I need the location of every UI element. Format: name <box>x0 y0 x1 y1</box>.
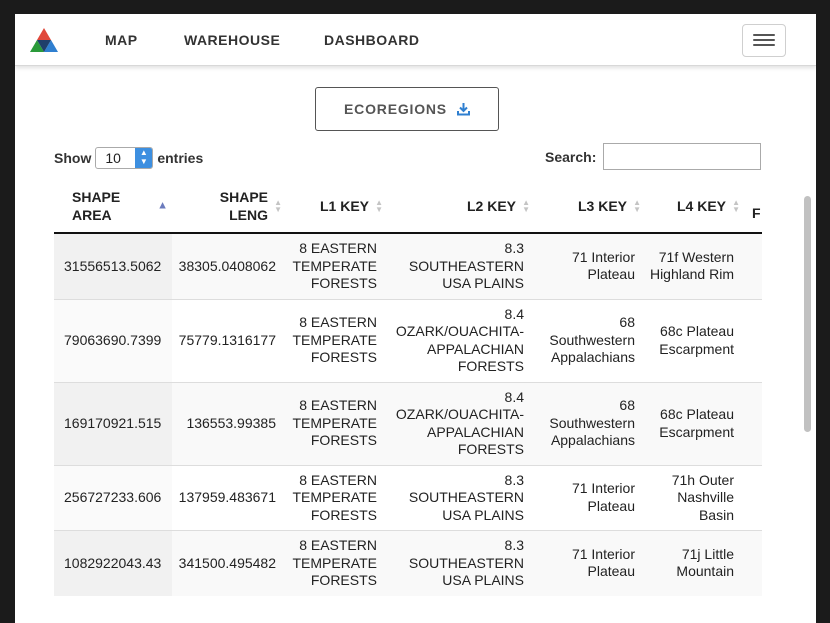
column-header-label: SHAPE AREA <box>72 188 121 223</box>
table-row[interactable]: 256727233.606 137959.483671 8 EASTERN TEMP… <box>54 464 762 531</box>
column-header-l2-key[interactable]: L2 KEY ▲ ▼ <box>387 179 534 234</box>
cell-l1-key: 8 EASTERN TEMPERATE FORESTS <box>286 232 387 299</box>
cell-l1-key: 8 EASTERN TEMPERATE FORESTS <box>286 381 387 465</box>
logo-icon[interactable] <box>28 26 60 54</box>
cell-truncated <box>744 381 762 465</box>
cell-shape-area: 1082922043.43 <box>54 530 172 596</box>
page-length-value: 10 <box>105 150 121 166</box>
cell-l2-key: 8.4 OZARK/OUACHITA-APPALACHIAN FORESTS <box>387 381 534 465</box>
cell-l4-key: 71h Outer Nashville Basin <box>645 464 744 531</box>
cell-truncated <box>744 298 762 382</box>
select-arrows-icon: ▲ ▼ <box>135 148 153 168</box>
table-row[interactable]: 169170921.515 136553.99385 8 EASTERN TEMPE… <box>54 381 762 465</box>
cell-l4-key: 71f Western Highland Rim <box>645 232 744 299</box>
scrollbar-thumb[interactable] <box>804 196 811 432</box>
table-header-row: SHAPE AREA ▲ SHAPE LENG ▲ ▼ L1 KEY ▲ ▼ L2 … <box>54 179 762 234</box>
menu-toggle-button[interactable] <box>742 24 786 57</box>
cell-l4-key: 68c Plateau Escarpment <box>645 381 744 465</box>
hamburger-icon-bar <box>753 44 775 46</box>
cell-l2-key: 8.3 SOUTHEASTERN USA PLAINS <box>387 232 534 299</box>
nav-map-link[interactable]: MAP <box>105 32 138 48</box>
column-header-l3-key[interactable]: L3 KEY ▲ ▼ <box>534 179 645 234</box>
cell-shape-leng: 137959.483671 <box>172 464 286 531</box>
navbar: MAP WAREHOUSE DASHBOARD <box>15 14 816 66</box>
download-icon <box>456 103 470 116</box>
page-length-control: Show 10 ▲ ▼ entries <box>54 147 203 169</box>
column-header-shape-leng[interactable]: SHAPE LENG ▲ ▼ <box>172 179 286 234</box>
column-header-shape-area[interactable]: SHAPE AREA ▲ <box>54 179 172 234</box>
column-header-l1-key[interactable]: L1 KEY ▲ ▼ <box>286 179 387 234</box>
table-row[interactable]: 79063690.7399 75779.1316177 8 EASTERN TEMP… <box>54 298 762 382</box>
sort-icon: ▲ ▼ <box>375 197 383 214</box>
sort-icon: ▲ ▼ <box>274 197 282 214</box>
cell-truncated <box>744 464 762 531</box>
cell-l3-key: 71 Interior Plateau <box>534 530 645 596</box>
table-row[interactable]: 1082922043.43 341500.495482 8 EASTERN TEMP… <box>54 530 762 596</box>
ecoregions-table-container: SHAPE AREA ▲ SHAPE LENG ▲ ▼ L1 KEY ▲ ▼ L2 … <box>54 179 762 623</box>
sort-ascending-icon: ▲ <box>157 199 168 211</box>
ecoregions-download-button[interactable]: ECOREGIONS <box>315 87 499 131</box>
cell-shape-area: 31556513.5062 <box>54 232 172 299</box>
hamburger-icon <box>753 34 775 36</box>
sort-icon: ▲ ▼ <box>633 197 641 214</box>
cell-l3-key: 71 Interior Plateau <box>534 464 645 531</box>
cell-l4-key: 68c Plateau Escarpment <box>645 298 744 382</box>
cell-l2-key: 8.3 SOUTHEASTERN USA PLAINS <box>387 530 534 596</box>
column-header-truncated[interactable]: F <box>744 179 762 234</box>
cell-shape-leng: 136553.99385 <box>172 381 286 465</box>
sort-icon: ▲ ▼ <box>732 197 740 214</box>
cell-l3-key: 71 Interior Plateau <box>534 232 645 299</box>
nav-dashboard-link[interactable]: DASHBOARD <box>324 32 420 48</box>
cell-l1-key: 8 EASTERN TEMPERATE FORESTS <box>286 464 387 531</box>
column-header-label: F <box>752 204 761 221</box>
search-input[interactable] <box>603 143 761 170</box>
show-label: Show <box>54 150 92 166</box>
cell-l1-key: 8 EASTERN TEMPERATE FORESTS <box>286 298 387 382</box>
cell-shape-leng: 38305.0408062 <box>172 232 286 299</box>
nav-warehouse-link[interactable]: WAREHOUSE <box>184 32 280 48</box>
ecoregions-table: SHAPE AREA ▲ SHAPE LENG ▲ ▼ L1 KEY ▲ ▼ L2 … <box>54 179 762 596</box>
cell-l3-key: 68 Southwestern Appalachians <box>534 381 645 465</box>
hamburger-icon-bar <box>753 39 775 41</box>
cell-truncated <box>744 232 762 299</box>
cell-shape-area: 169170921.515 <box>54 381 172 465</box>
cell-shape-area: 79063690.7399 <box>54 298 172 382</box>
cell-l1-key: 8 EASTERN TEMPERATE FORESTS <box>286 530 387 596</box>
cell-l2-key: 8.3 SOUTHEASTERN USA PLAINS <box>387 464 534 531</box>
page-length-select[interactable]: 10 ▲ ▼ <box>95 147 154 169</box>
window-top-bar <box>0 0 830 14</box>
cell-l4-key: 71j Little Mountain <box>645 530 744 596</box>
table-row[interactable]: 31556513.5062 38305.0408062 8 EASTERN TEMP… <box>54 232 762 299</box>
column-header-l4-key[interactable]: L4 KEY ▲ ▼ <box>645 179 744 234</box>
cell-l3-key: 68 Southwestern Appalachians <box>534 298 645 382</box>
search-label: Search: <box>545 149 597 165</box>
cell-l2-key: 8.4 OZARK/OUACHITA-APPALACHIAN FORESTS <box>387 298 534 382</box>
cell-shape-leng: 341500.495482 <box>172 530 286 596</box>
sort-icon: ▲ ▼ <box>522 197 530 214</box>
table-body: 31556513.5062 38305.0408062 8 EASTERN TEMP… <box>54 232 762 596</box>
download-button-label: ECOREGIONS <box>344 101 447 117</box>
cell-truncated <box>744 530 762 596</box>
cell-shape-area: 256727233.606 <box>54 464 172 531</box>
entries-label: entries <box>157 150 204 166</box>
page: MAP WAREHOUSE DASHBOARD ECOREGIONS Show … <box>15 14 816 623</box>
cell-shape-leng: 75779.1316177 <box>172 298 286 382</box>
